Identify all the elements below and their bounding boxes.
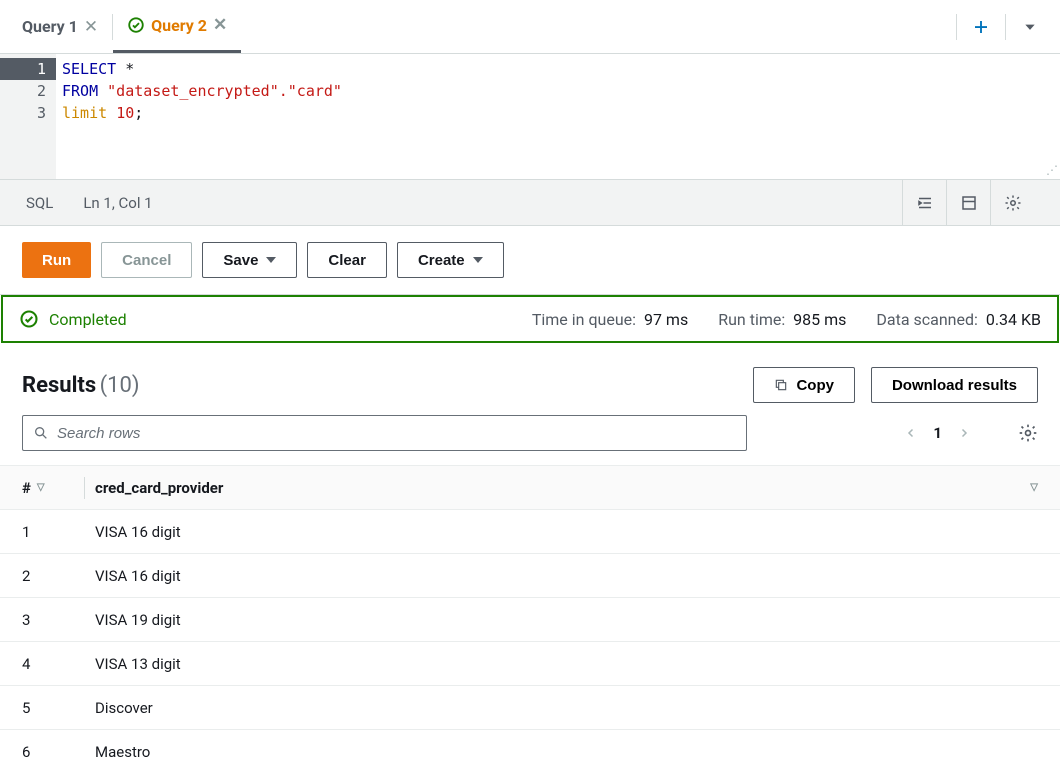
table-row[interactable]: 6 Maestro [0,730,1060,774]
table-row[interactable]: 4 VISA 13 digit [0,642,1060,686]
clear-button[interactable]: Clear [307,242,387,278]
cell-value: VISA 19 digit [95,611,181,629]
query-tab-bar: Query 1 ✕ Query 2 ✕ [0,0,1060,54]
cell-value: VISA 16 digit [95,567,181,585]
cell-value: VISA 13 digit [95,655,181,673]
query-toolbar: Run Cancel Save Clear Create [0,226,1060,295]
search-icon [33,425,49,441]
sort-icon[interactable]: ▽ [37,482,45,493]
next-page-icon[interactable] [958,424,970,442]
tab-label: Query 1 [22,17,78,36]
cell-index: 4 [22,655,30,673]
editor-language: SQL [26,194,53,212]
results-header: Results (10) Copy Download results [0,343,1060,415]
save-button[interactable]: Save [202,242,297,278]
divider [956,14,957,40]
cell-value: Discover [95,699,153,717]
settings-icon[interactable] [1018,423,1038,443]
status-banner: Completed Time in queue: 97 ms Run time:… [1,295,1059,343]
table-row[interactable]: 1 VISA 16 digit [0,510,1060,554]
results-count: (10) [100,373,140,398]
tab-menu-button[interactable] [1008,7,1052,47]
search-input-wrap[interactable] [22,415,747,451]
code-content[interactable]: SELECT * FROM "dataset_encrypted"."card"… [56,54,1060,179]
download-results-button[interactable]: Download results [871,367,1038,403]
create-button[interactable]: Create [397,242,504,278]
success-icon [127,16,145,34]
tab-query-2[interactable]: Query 2 ✕ [113,0,241,53]
divider [1005,14,1006,40]
cell-index: 6 [22,743,30,761]
sql-editor[interactable]: 1 2 3 SELECT * FROM "dataset_encrypted".… [0,54,1060,180]
table-header-row: # ▽ cred_card_provider ▽ [0,466,1060,510]
new-tab-button[interactable] [959,7,1003,47]
column-header-index[interactable]: # ▽ [22,479,84,497]
table-row[interactable]: 5 Discover [0,686,1060,730]
table-row[interactable]: 2 VISA 16 digit [0,554,1060,598]
column-header-provider[interactable]: cred_card_provider ▽ [95,479,1038,497]
search-input[interactable] [57,425,736,442]
cell-value: VISA 16 digit [95,523,181,541]
page-number: 1 [933,424,942,442]
results-controls: 1 [0,415,1060,465]
tab-label: Query 2 [151,16,207,35]
results-table: # ▽ cred_card_provider ▽ 1 VISA 16 digit… [0,465,1060,774]
tab-query-1[interactable]: Query 1 ✕ [8,0,112,53]
cell-value: Maestro [95,743,150,761]
settings-icon[interactable] [990,180,1034,226]
sort-icon[interactable]: ▽ [1030,482,1038,493]
query-metrics: Time in queue: 97 ms Run time: 985 ms Da… [532,310,1041,329]
prev-page-icon[interactable] [905,424,917,442]
run-button[interactable]: Run [22,242,91,278]
cancel-button[interactable]: Cancel [101,242,192,278]
results-title: Results [22,373,96,398]
close-icon[interactable]: ✕ [84,17,98,37]
status-label: Completed [49,310,127,329]
copy-button[interactable]: Copy [753,367,855,403]
layout-icon[interactable] [946,180,990,226]
table-row[interactable]: 3 VISA 19 digit [0,598,1060,642]
cell-index: 1 [22,523,30,541]
cursor-position: Ln 1, Col 1 [83,194,152,212]
format-icon[interactable] [902,180,946,226]
paginator: 1 [905,423,1038,443]
cell-index: 3 [22,611,30,629]
close-icon[interactable]: ✕ [213,15,227,35]
success-icon [19,309,39,329]
cell-index: 5 [22,699,30,717]
line-gutter: 1 2 3 [0,54,56,179]
editor-status-bar: SQL Ln 1, Col 1 [0,180,1060,226]
cell-index: 2 [22,567,30,585]
